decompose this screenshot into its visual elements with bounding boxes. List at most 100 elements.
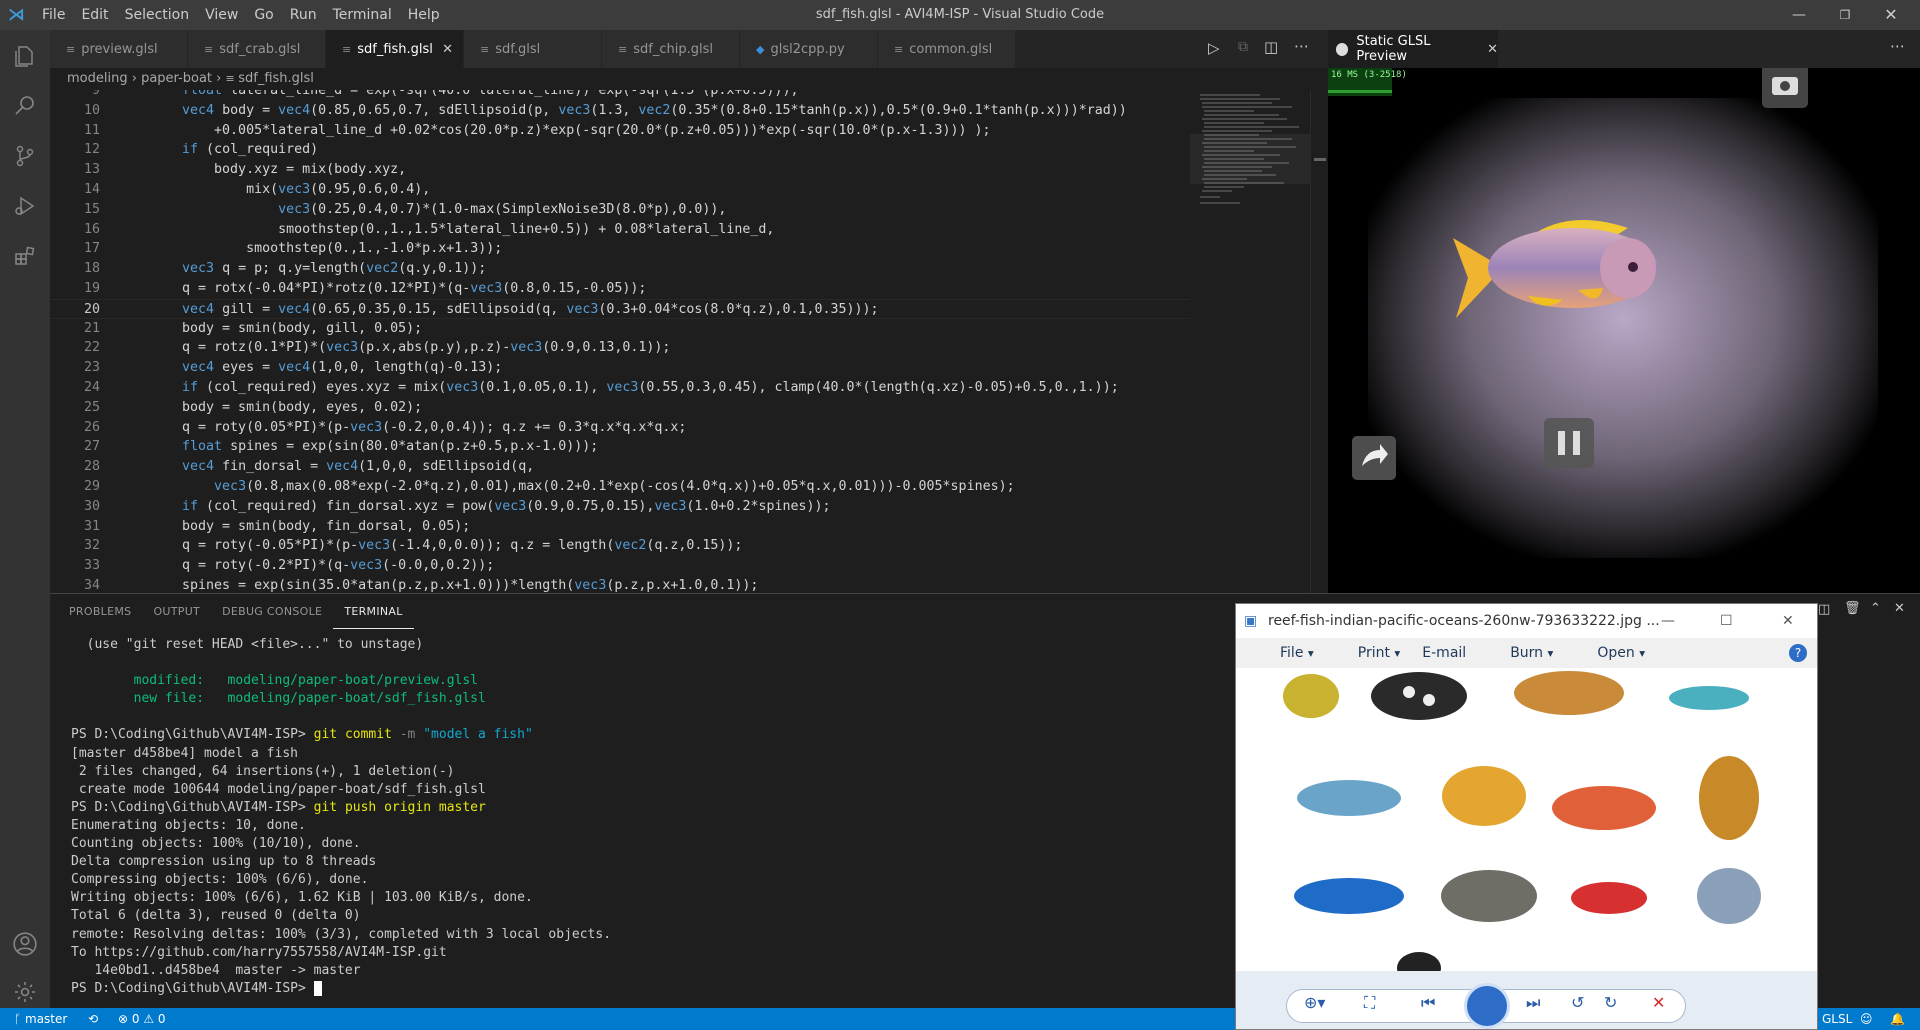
close-tab-icon[interactable]: ✕ (442, 42, 453, 57)
viewer-close-button[interactable]: ✕ (1782, 604, 1794, 638)
code-editor[interactable]: 9 float lateral_line_d = exp(-sqr(40.0*l… (50, 90, 1190, 593)
rotate-ccw-icon[interactable]: ↺ (1571, 993, 1584, 1012)
extensions-icon[interactable] (9, 240, 41, 272)
code-line[interactable]: 11 +0.005*lateral_line_d +0.02*cos(20.0*… (50, 121, 1190, 141)
tab-sdf-chip-glsl[interactable]: ≡ sdf_chip.glsl (602, 30, 740, 68)
breadcrumb-file[interactable]: sdf_fish.glsl (238, 71, 314, 86)
code-line[interactable]: 25 body = smin(body, eyes, 0.02); (50, 398, 1190, 418)
code-line[interactable]: 31 body = smin(body, fin_dorsal, 0.05); (50, 517, 1190, 537)
terminal-prompt-line[interactable]: PS D:\Coding\Github\AVI4M-ISP> (71, 980, 611, 998)
run-debug-icon[interactable] (9, 190, 41, 222)
slideshow-button[interactable] (1464, 983, 1510, 1029)
tab-preview-glsl[interactable]: ≡ preview.glsl (50, 30, 188, 68)
branch-indicator[interactable]: ᚴ master (14, 1008, 67, 1030)
tab-sdf-crab-glsl[interactable]: ≡ sdf_crab.glsl (188, 30, 326, 68)
menu-run[interactable]: Run (282, 0, 325, 30)
viewer-menu-open[interactable]: Open ▾ (1575, 645, 1645, 661)
tab-sdf-glsl[interactable]: ≡ sdf.glsl (464, 30, 602, 68)
minimap[interactable] (1190, 90, 1310, 593)
panel-tab-problems[interactable]: PROBLEMS (58, 594, 142, 629)
more-actions-icon[interactable]: ⋯ (1890, 37, 1905, 55)
share-button[interactable] (1352, 436, 1396, 480)
zoom-icon[interactable]: ⊕▾ (1304, 993, 1325, 1012)
viewer-menu-burn[interactable]: Burn ▾ (1488, 645, 1553, 661)
sync-icon[interactable]: ⟲ (88, 1008, 98, 1030)
open-changes-icon[interactable]: ⧉ (1238, 39, 1248, 55)
tab-sdf-fish-glsl[interactable]: ≡ sdf_fish.glsl ✕ (326, 30, 464, 68)
explorer-icon[interactable] (9, 40, 41, 72)
viewer-menu-print[interactable]: Print ▾ (1336, 645, 1401, 661)
kill-terminal-icon[interactable]: 🗑 (1844, 601, 1861, 616)
code-line[interactable]: 22 q = rotz(0.1*PI)*(vec3(p.x,abs(p.y),p… (50, 338, 1190, 358)
language-mode[interactable]: GLSL (1822, 1008, 1852, 1030)
settings-gear-icon[interactable] (9, 976, 41, 1008)
editor-scrollbar[interactable] (1310, 90, 1328, 593)
code-line[interactable]: 27 float spines = exp(sin(80.0*atan(p.z+… (50, 437, 1190, 457)
code-line[interactable]: 29 vec3(0.8,max(0.08*exp(-2.0*q.z),0.01)… (50, 477, 1190, 497)
code-line[interactable]: 12 if (col_required) (50, 140, 1190, 160)
previous-icon[interactable]: ⏮ (1421, 993, 1435, 1013)
code-line[interactable]: 28 vec4 fin_dorsal = vec4(1,0,0, sdEllip… (50, 457, 1190, 477)
next-icon[interactable]: ⏭ (1526, 993, 1540, 1013)
feedback-icon[interactable]: ☺ (1860, 1008, 1873, 1030)
menu-file[interactable]: File (34, 0, 73, 30)
menu-view[interactable]: View (197, 0, 246, 30)
code-line[interactable]: 20 vec4 gill = vec4(0.65,0.35,0.15, sdEl… (50, 298, 1190, 319)
code-line[interactable]: 17 smoothstep(0.,1.,-1.0*p.x+1.3)); (50, 239, 1190, 259)
code-line[interactable]: 30 if (col_required) fin_dorsal.xyz = po… (50, 497, 1190, 517)
viewer-menu-email[interactable]: E-mail (1422, 645, 1466, 661)
viewer-minimize-button[interactable]: — (1661, 604, 1675, 638)
help-icon[interactable]: ? (1789, 644, 1807, 662)
delete-icon[interactable]: ✕ (1652, 993, 1665, 1012)
run-icon[interactable]: ▷ (1208, 39, 1220, 57)
minimize-button[interactable]: — (1776, 0, 1822, 30)
code-line[interactable]: 33 q = roty(-0.2*PI)*(q-vec3(-0.0,0,0.2)… (50, 556, 1190, 576)
menu-selection[interactable]: Selection (117, 0, 198, 30)
maximize-panel-icon[interactable]: ⌃ (1870, 601, 1881, 616)
breadcrumb-paper-boat[interactable]: paper-boat (141, 71, 212, 86)
notifications-bell-icon[interactable]: 🔔 (1890, 1008, 1905, 1030)
code-line[interactable]: 23 vec4 eyes = vec4(1,0,0, length(q)-0.1… (50, 358, 1190, 378)
code-line[interactable]: 15 vec3(0.25,0.4,0.7)*(1.0-max(SimplexNo… (50, 200, 1190, 220)
viewer-menu-file[interactable]: File ▾ (1258, 645, 1314, 661)
code-line[interactable]: 32 q = roty(-0.05*PI)*(p-vec3(-1.4,0,0.0… (50, 536, 1190, 556)
menu-terminal[interactable]: Terminal (325, 0, 400, 30)
code-line[interactable]: 26 q = roty(0.05*PI)*(p-vec3(-0.2,0,0.4)… (50, 418, 1190, 438)
more-actions-icon[interactable]: ⋯ (1294, 37, 1309, 55)
code-line[interactable]: 18 vec3 q = p; q.y=length(vec2(q.y,0.1))… (50, 259, 1190, 279)
pause-button[interactable] (1544, 418, 1594, 468)
code-line[interactable]: 13 body.xyz = mix(body.xyz, (50, 160, 1190, 180)
code-line[interactable]: 14 mix(vec3(0.95,0.6,0.4), (50, 180, 1190, 200)
code-line[interactable]: 16 smoothstep(0.,1.,1.5*lateral_line+0.5… (50, 220, 1190, 240)
split-editor-icon[interactable]: ◫ (1264, 38, 1278, 56)
tab-static-glsl-preview[interactable]: Static GLSL Preview ✕ (1328, 30, 1498, 68)
menu-edit[interactable]: Edit (73, 0, 116, 30)
menu-go[interactable]: Go (246, 0, 281, 30)
code-line[interactable]: 24 if (col_required) eyes.xyz = mix(vec3… (50, 378, 1190, 398)
panel-tab-debug-console[interactable]: DEBUG CONSOLE (211, 594, 333, 629)
code-line[interactable]: 19 q = rotx(-0.04*PI)*rotz(0.12*PI)*(q-v… (50, 279, 1190, 299)
terminal-output[interactable]: (use "git reset HEAD <file>..." to unsta… (71, 636, 611, 998)
close-tab-icon[interactable]: ✕ (1487, 42, 1498, 57)
search-icon[interactable] (9, 90, 41, 122)
code-line[interactable]: 34 spines = exp(sin(35.0*atan(p.z,p.x+1.… (50, 576, 1190, 593)
account-icon[interactable] (9, 928, 41, 960)
panel-tab-output[interactable]: OUTPUT (142, 594, 211, 629)
tab-common-glsl[interactable]: ≡ common.glsl (878, 30, 1016, 68)
code-line[interactable]: 9 float lateral_line_d = exp(-sqr(40.0*l… (50, 90, 1190, 101)
viewer-maximize-button[interactable]: ☐ (1720, 604, 1733, 638)
source-control-icon[interactable] (9, 140, 41, 172)
glsl-preview-canvas[interactable]: 16 MS (3-2518) (1328, 68, 1920, 593)
code-line[interactable]: 10 vec4 body = vec4(0.85,0.65,0.7, sdEll… (50, 101, 1190, 121)
close-window-button[interactable]: ✕ (1868, 0, 1914, 30)
rotate-cw-icon[interactable]: ↻ (1604, 993, 1617, 1012)
tab-glsl2cpp-py[interactable]: ◆ glsl2cpp.py (740, 30, 878, 68)
problems-indicator[interactable]: ⊗ 0 ⚠ 0 (118, 1008, 166, 1030)
split-terminal-icon[interactable]: ◫ (1818, 602, 1830, 617)
menu-help[interactable]: Help (400, 0, 448, 30)
close-panel-icon[interactable]: ✕ (1894, 601, 1905, 616)
screenshot-camera-button[interactable] (1762, 68, 1808, 108)
restore-button[interactable]: ❐ (1822, 0, 1868, 30)
actual-size-icon[interactable]: ⛶ (1364, 993, 1375, 1013)
breadcrumb-modeling[interactable]: modeling (67, 71, 128, 86)
